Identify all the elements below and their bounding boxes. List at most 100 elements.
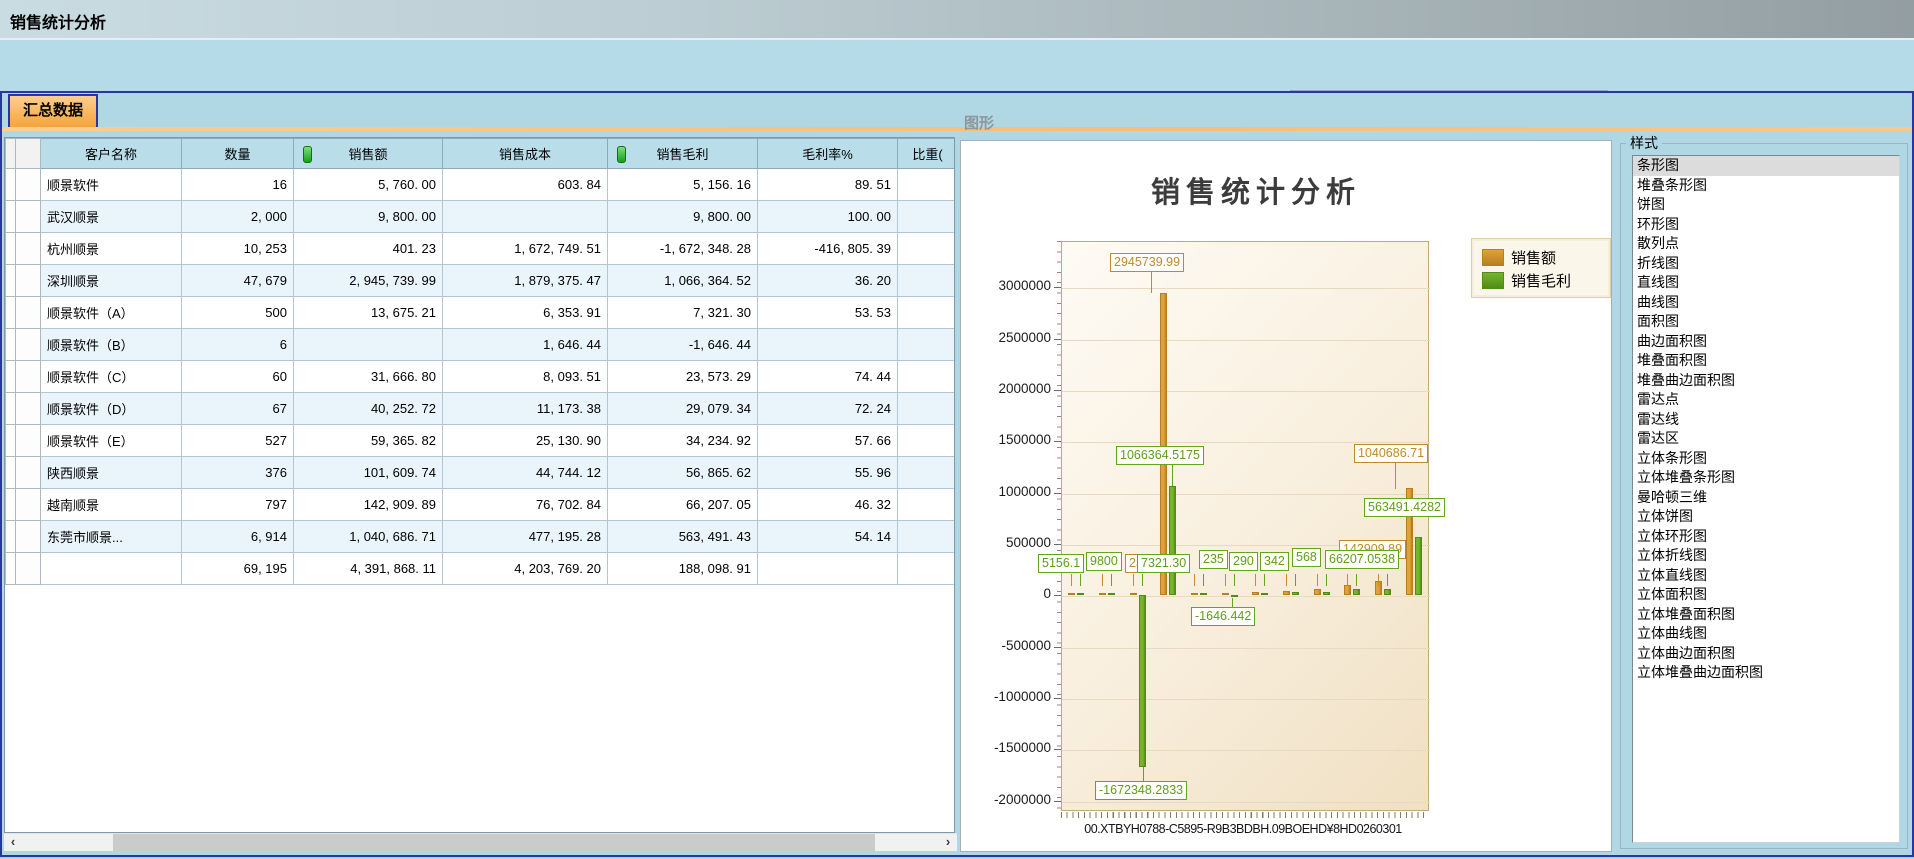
row-indicator[interactable] [16,521,41,553]
row-indicator[interactable] [6,233,16,265]
table-row[interactable]: 深圳顺景47, 6792, 945, 739. 991, 879, 375. 4… [6,265,956,297]
row-indicator[interactable] [16,553,41,585]
column-header-6[interactable]: 销售毛利 [608,139,758,169]
style-list-item[interactable]: 立体环形图 [1633,527,1899,547]
row-indicator[interactable] [16,489,41,521]
bar-sales-9[interactable] [1344,585,1351,595]
style-list-item[interactable]: 面积图 [1633,312,1899,332]
row-indicator[interactable] [16,393,41,425]
row-indicator-header[interactable] [6,139,16,169]
style-list-item[interactable]: 堆叠条形图 [1633,176,1899,196]
style-list-item[interactable]: 立体折线图 [1633,546,1899,566]
bar-gross-5[interactable] [1231,595,1238,597]
row-indicator[interactable] [16,457,41,489]
bar-gross-4[interactable] [1200,593,1207,595]
style-list-item[interactable]: 立体饼图 [1633,507,1899,527]
column-header-8[interactable]: 比重( [898,139,956,169]
style-list-item[interactable]: 立体面积图 [1633,585,1899,605]
row-indicator[interactable] [16,233,41,265]
tab-summary-data[interactable]: 汇总数据 [8,94,98,127]
row-indicator[interactable] [6,457,16,489]
table-row[interactable]: 越南顺景797142, 909. 8976, 702. 8466, 207. 0… [6,489,956,521]
style-list-item[interactable]: 条形图 [1633,156,1899,176]
style-list-item[interactable]: 曲边面积图 [1633,332,1899,352]
row-indicator[interactable] [6,265,16,297]
bar-sales-8[interactable] [1314,589,1321,595]
style-list-item[interactable]: 立体堆叠面积图 [1633,605,1899,625]
scrollbar-thumb[interactable] [113,834,875,851]
bar-gross-11[interactable] [1415,537,1422,595]
table-row[interactable]: 顺景软件（B）61, 646. 44-1, 646. 44 [6,329,956,361]
table-row[interactable]: 武汉顺景2, 0009, 800. 009, 800. 00100. 00 [6,201,956,233]
style-list-item[interactable]: 折线图 [1633,254,1899,274]
table-row[interactable]: 东莞市顺景...6, 9141, 040, 686. 71477, 195. 2… [6,521,956,553]
style-list-item[interactable]: 雷达点 [1633,390,1899,410]
bar-gross-3[interactable] [1169,486,1176,596]
row-indicator[interactable] [6,329,16,361]
table-row[interactable]: 顺景软件（D）6740, 252. 7211, 173. 3829, 079. … [6,393,956,425]
table-total-row[interactable]: 69, 1954, 391, 868. 114, 203, 769. 20188… [6,553,956,585]
bar-sales-1[interactable] [1099,593,1106,595]
row-indicator[interactable] [6,489,16,521]
style-list-item[interactable]: 立体曲边面积图 [1633,644,1899,664]
bar-sales-5[interactable] [1222,593,1229,595]
table-row[interactable]: 顺景软件（E）52759, 365. 8225, 130. 9034, 234.… [6,425,956,457]
column-header-7[interactable]: 毛利率% [758,139,898,169]
bar-sales-6[interactable] [1252,592,1259,595]
table-row[interactable]: 顺景软件（C）6031, 666. 808, 093. 5123, 573. 2… [6,361,956,393]
bar-sales-3[interactable] [1160,293,1167,596]
row-indicator[interactable] [6,393,16,425]
bar-gross-8[interactable] [1323,592,1330,596]
bar-sales-2[interactable] [1130,593,1137,595]
style-list-item[interactable]: 立体曲线图 [1633,624,1899,644]
column-header-2[interactable]: 客户名称 [41,139,182,169]
horizontal-scrollbar[interactable]: ‹ › [4,833,957,851]
style-list-item[interactable]: 直线图 [1633,273,1899,293]
row-indicator[interactable] [16,169,41,201]
row-indicator[interactable] [16,201,41,233]
style-list-item[interactable]: 立体堆叠曲边面积图 [1633,663,1899,683]
style-list-item[interactable]: 散列点 [1633,234,1899,254]
style-list-item[interactable]: 雷达区 [1633,429,1899,449]
row-indicator-header[interactable] [16,139,41,169]
bar-gross-6[interactable] [1261,593,1268,595]
row-indicator[interactable] [16,329,41,361]
row-indicator[interactable] [6,169,16,201]
style-list-item[interactable]: 堆叠曲边面积图 [1633,371,1899,391]
row-indicator[interactable] [6,361,16,393]
scroll-left-arrow-icon[interactable]: ‹ [4,834,22,851]
green-filter-icon[interactable] [617,146,626,163]
chart-style-listbox[interactable]: 条形图堆叠条形图饼图环形图散列点折线图直线图曲线图面积图曲边面积图堆叠面积图堆叠… [1632,155,1900,843]
row-indicator[interactable] [6,201,16,233]
row-indicator[interactable] [6,425,16,457]
bar-sales-7[interactable] [1283,591,1290,595]
bar-gross-0[interactable] [1077,593,1084,595]
bar-sales-0[interactable] [1068,593,1075,595]
bar-gross-2[interactable] [1139,595,1146,767]
style-list-item[interactable]: 堆叠面积图 [1633,351,1899,371]
style-list-item[interactable]: 饼图 [1633,195,1899,215]
table-row[interactable]: 杭州顺景10, 253401. 231, 672, 749. 51-1, 672… [6,233,956,265]
row-indicator[interactable] [6,521,16,553]
scroll-right-arrow-icon[interactable]: › [939,834,957,851]
style-list-item[interactable]: 立体条形图 [1633,449,1899,469]
bar-gross-7[interactable] [1292,592,1299,595]
column-header-3[interactable]: 数量 [182,139,294,169]
green-filter-icon[interactable] [303,146,312,163]
bar-gross-9[interactable] [1353,589,1360,595]
row-indicator[interactable] [16,297,41,329]
chart-canvas[interactable]: 销售统计分析 00.XTBYH0788-C5895-R9B3BDBH.09BOE… [960,140,1612,852]
bar-sales-4[interactable] [1191,593,1198,595]
table-row[interactable]: 顺景软件（A）50013, 675. 216, 353. 917, 321. 3… [6,297,956,329]
bar-gross-10[interactable] [1384,589,1391,596]
column-header-4[interactable]: 销售额 [294,139,443,169]
style-list-item[interactable]: 立体直线图 [1633,566,1899,586]
style-list-item[interactable]: 雷达线 [1633,410,1899,430]
table-row[interactable]: 陕西顺景376101, 609. 7444, 744. 1256, 865. 6… [6,457,956,489]
style-list-item[interactable]: 曼哈顿三维 [1633,488,1899,508]
style-list-item[interactable]: 立体堆叠条形图 [1633,468,1899,488]
style-list-item[interactable]: 曲线图 [1633,293,1899,313]
row-indicator[interactable] [6,297,16,329]
bar-gross-1[interactable] [1108,593,1115,595]
style-list-item[interactable]: 环形图 [1633,215,1899,235]
